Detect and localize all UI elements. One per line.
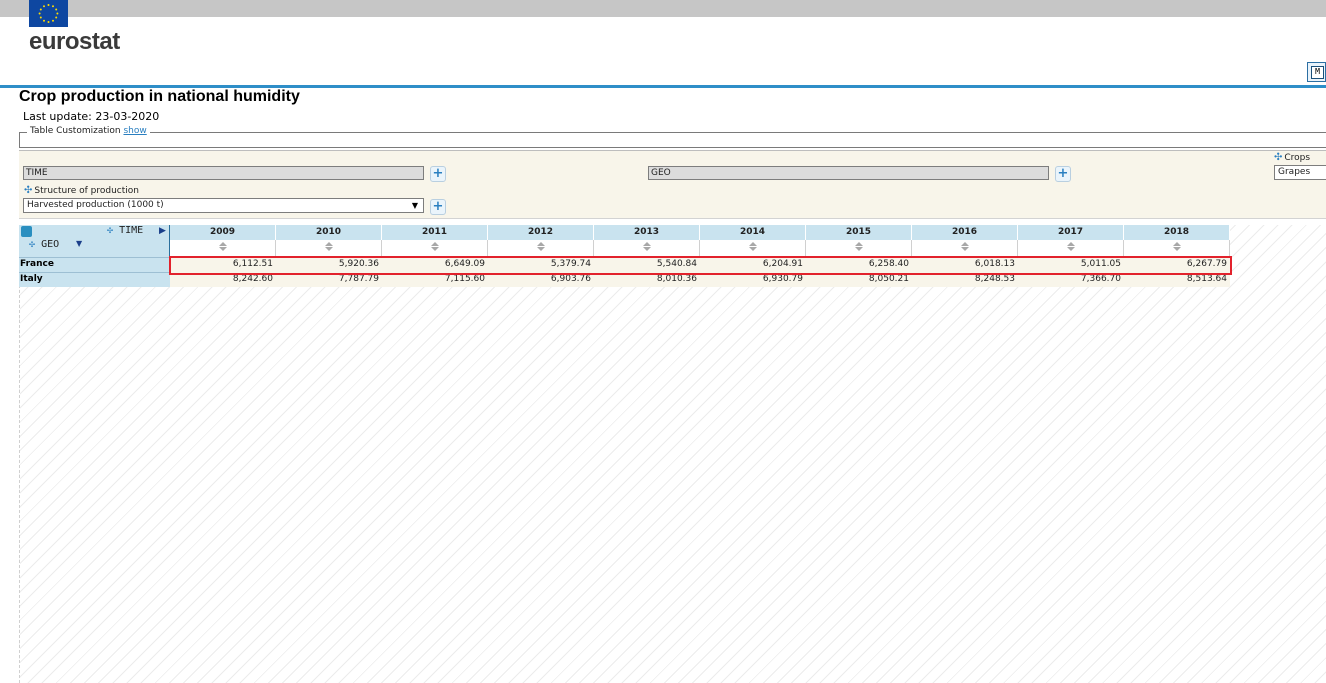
- crops-select-value: Grapes: [1278, 167, 1311, 177]
- time-axis-label[interactable]: ✣ TIME: [107, 225, 143, 236]
- structure-select[interactable]: Harvested production (1000 t) ▼: [23, 198, 424, 213]
- move-icon: ✣: [24, 185, 33, 196]
- table-cell: 7,115.60: [382, 272, 488, 287]
- structure-select-value: Harvested production (1000 t): [27, 200, 164, 210]
- crops-select[interactable]: Grapes: [1274, 165, 1326, 180]
- column-header: 2016: [912, 225, 1018, 240]
- customization-border: [19, 132, 1326, 133]
- row-header: Italy: [19, 272, 170, 287]
- structure-add-button[interactable]: +: [430, 199, 446, 215]
- eurostat-logo: eurostat: [29, 28, 120, 55]
- customization-label: Table Customization: [30, 126, 121, 136]
- sort-arrows-icon[interactable]: [488, 240, 594, 257]
- column-header: 2012: [488, 225, 594, 240]
- column-header: 2018: [1124, 225, 1230, 240]
- crops-label-text: Crops: [1284, 153, 1311, 163]
- time-axis-text: TIME: [119, 225, 144, 236]
- time-add-button[interactable]: +: [430, 166, 446, 182]
- crops-label[interactable]: ✣ Crops: [1274, 152, 1310, 163]
- sort-arrows-icon[interactable]: [594, 240, 700, 257]
- column-header: 2015: [806, 225, 912, 240]
- table-cell: 8,010.36: [594, 272, 700, 287]
- page-title: Crop production in national humidity: [19, 88, 300, 105]
- column-header: 2011: [382, 225, 488, 240]
- table-cell: 5,540.84: [594, 257, 700, 272]
- eu-flag-icon: [29, 0, 68, 27]
- sort-arrows-icon[interactable]: [382, 240, 488, 257]
- structure-label-text: Structure of production: [34, 186, 139, 196]
- table-cell: 6,112.51: [170, 257, 276, 272]
- column-header: 2014: [700, 225, 806, 240]
- customization-show-link[interactable]: show: [123, 126, 146, 136]
- customization-border-left: [19, 132, 20, 148]
- table-cell: 8,248.53: [912, 272, 1018, 287]
- print-icon[interactable]: M: [1307, 62, 1326, 82]
- sort-arrows-icon[interactable]: [806, 240, 912, 257]
- table-cell: 6,903.76: [488, 272, 594, 287]
- sort-arrows-icon[interactable]: [1018, 240, 1124, 257]
- last-update: Last update: 23-03-2020: [23, 110, 160, 123]
- geo-add-button[interactable]: +: [1055, 166, 1071, 182]
- sort-arrows-icon[interactable]: [170, 240, 276, 257]
- time-dimension-field[interactable]: TIME: [23, 166, 424, 180]
- table-cell: 5,920.36: [276, 257, 382, 272]
- table-cell: 8,513.64: [1124, 272, 1230, 287]
- table-customization-legend: Table Customization show: [27, 126, 150, 136]
- column-header: 2017: [1018, 225, 1124, 240]
- sort-arrows-icon[interactable]: [912, 240, 1018, 257]
- sort-arrows-icon[interactable]: [276, 240, 382, 257]
- column-header: 2009: [170, 225, 276, 240]
- geo-axis-text: GEO: [41, 239, 60, 250]
- row-header: France: [19, 257, 170, 272]
- table-cell: 6,649.09: [382, 257, 488, 272]
- column-header: 2010: [276, 225, 382, 240]
- table-cell: 5,011.05: [1018, 257, 1124, 272]
- sort-arrows-icon[interactable]: [1124, 240, 1230, 257]
- customization-border-bottom: [19, 147, 1326, 148]
- table-view-icon[interactable]: [21, 226, 32, 237]
- table-cell: 6,204.91: [700, 257, 806, 272]
- structure-label[interactable]: ✣ Structure of production: [24, 185, 139, 196]
- table-cell: 8,050.21: [806, 272, 912, 287]
- table-cell: 6,267.79: [1124, 257, 1230, 272]
- table-cell: 6,258.40: [806, 257, 912, 272]
- geo-axis-label[interactable]: ✣ GEO: [29, 239, 59, 250]
- top-bar: [0, 0, 1326, 17]
- table-cell: 8,242.60: [170, 272, 276, 287]
- move-icon: ✣: [1274, 152, 1283, 163]
- table-cell: 6,018.13: [912, 257, 1018, 272]
- table-cell: 6,930.79: [700, 272, 806, 287]
- column-header: 2013: [594, 225, 700, 240]
- table-corner: ✣ TIME ▶ ✣ GEO ▼: [19, 225, 170, 257]
- table-area-background: [19, 225, 1326, 683]
- table-cell: 7,787.79: [276, 272, 382, 287]
- dropdown-arrow-icon: ▼: [411, 201, 418, 210]
- filter-panel: TIME + GEO + ✣ Structure of production Ha…: [19, 150, 1326, 219]
- table-cell: 5,379.74: [488, 257, 594, 272]
- geo-collapse-icon[interactable]: ▼: [76, 239, 82, 248]
- time-expand-icon[interactable]: ▶: [159, 226, 166, 236]
- geo-dimension-field[interactable]: GEO: [648, 166, 1049, 180]
- table-cell: 7,366.70: [1018, 272, 1124, 287]
- sort-arrows-icon[interactable]: [700, 240, 806, 257]
